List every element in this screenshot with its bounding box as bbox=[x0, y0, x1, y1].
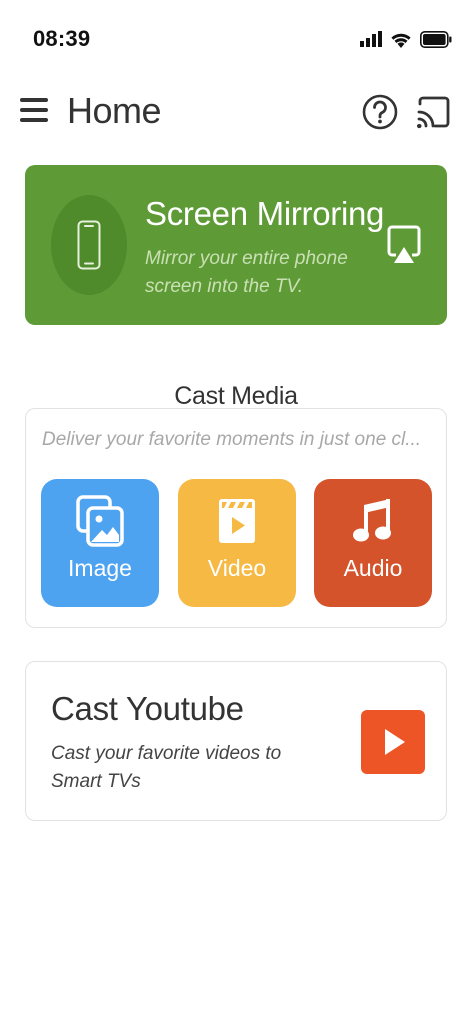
screen-mirroring-card[interactable]: Screen Mirroring Mirror your entire phon… bbox=[25, 165, 447, 325]
page-title: Home bbox=[67, 90, 162, 131]
image-button[interactable]: Image bbox=[41, 479, 159, 607]
wifi-icon bbox=[391, 33, 411, 48]
cast-media-card: Deliver your favorite moments in just on… bbox=[25, 408, 447, 628]
status-time: 08:39 bbox=[33, 26, 91, 51]
screen-mirroring-title: Screen Mirroring bbox=[145, 195, 385, 232]
cast-youtube-subtitle: Cast your favorite videos to Smart TVs bbox=[51, 743, 282, 792]
app-header: Home bbox=[0, 80, 472, 146]
cast-media-title: Cast Media bbox=[174, 382, 298, 410]
cast-youtube-card[interactable]: Cast Youtube Cast your favorite videos t… bbox=[25, 661, 447, 821]
image-gallery-icon bbox=[76, 495, 124, 547]
screen-mirroring-subtitle: Mirror your entire phone screen into the… bbox=[145, 248, 348, 297]
home-screen: 08:39 Home Screen Mirroring Mirror your … bbox=[0, 0, 472, 1024]
video-button[interactable]: Video bbox=[178, 479, 296, 607]
video-button-label: Video bbox=[207, 555, 267, 581]
youtube-play-icon bbox=[361, 710, 425, 774]
status-icons bbox=[360, 26, 452, 52]
airplay-icon bbox=[387, 225, 421, 263]
cast-media-subtitle: Deliver your favorite moments in just on… bbox=[42, 429, 422, 450]
cast-icon[interactable] bbox=[415, 94, 451, 130]
audio-button[interactable]: Audio bbox=[314, 479, 432, 607]
cast-youtube-title: Cast Youtube bbox=[51, 690, 244, 727]
audio-button-label: Audio bbox=[343, 555, 403, 581]
hamburger-menu-icon[interactable] bbox=[20, 94, 50, 126]
video-clapper-icon bbox=[219, 499, 255, 543]
phone-icon-circle bbox=[51, 195, 127, 295]
battery-icon bbox=[420, 30, 452, 48]
music-note-icon bbox=[353, 499, 391, 542]
help-circle-icon[interactable] bbox=[362, 94, 398, 130]
smartphone-icon bbox=[77, 220, 101, 270]
status-bar: 08:39 bbox=[0, 0, 472, 80]
image-button-label: Image bbox=[68, 555, 132, 581]
cellular-signal-icon bbox=[360, 31, 382, 47]
